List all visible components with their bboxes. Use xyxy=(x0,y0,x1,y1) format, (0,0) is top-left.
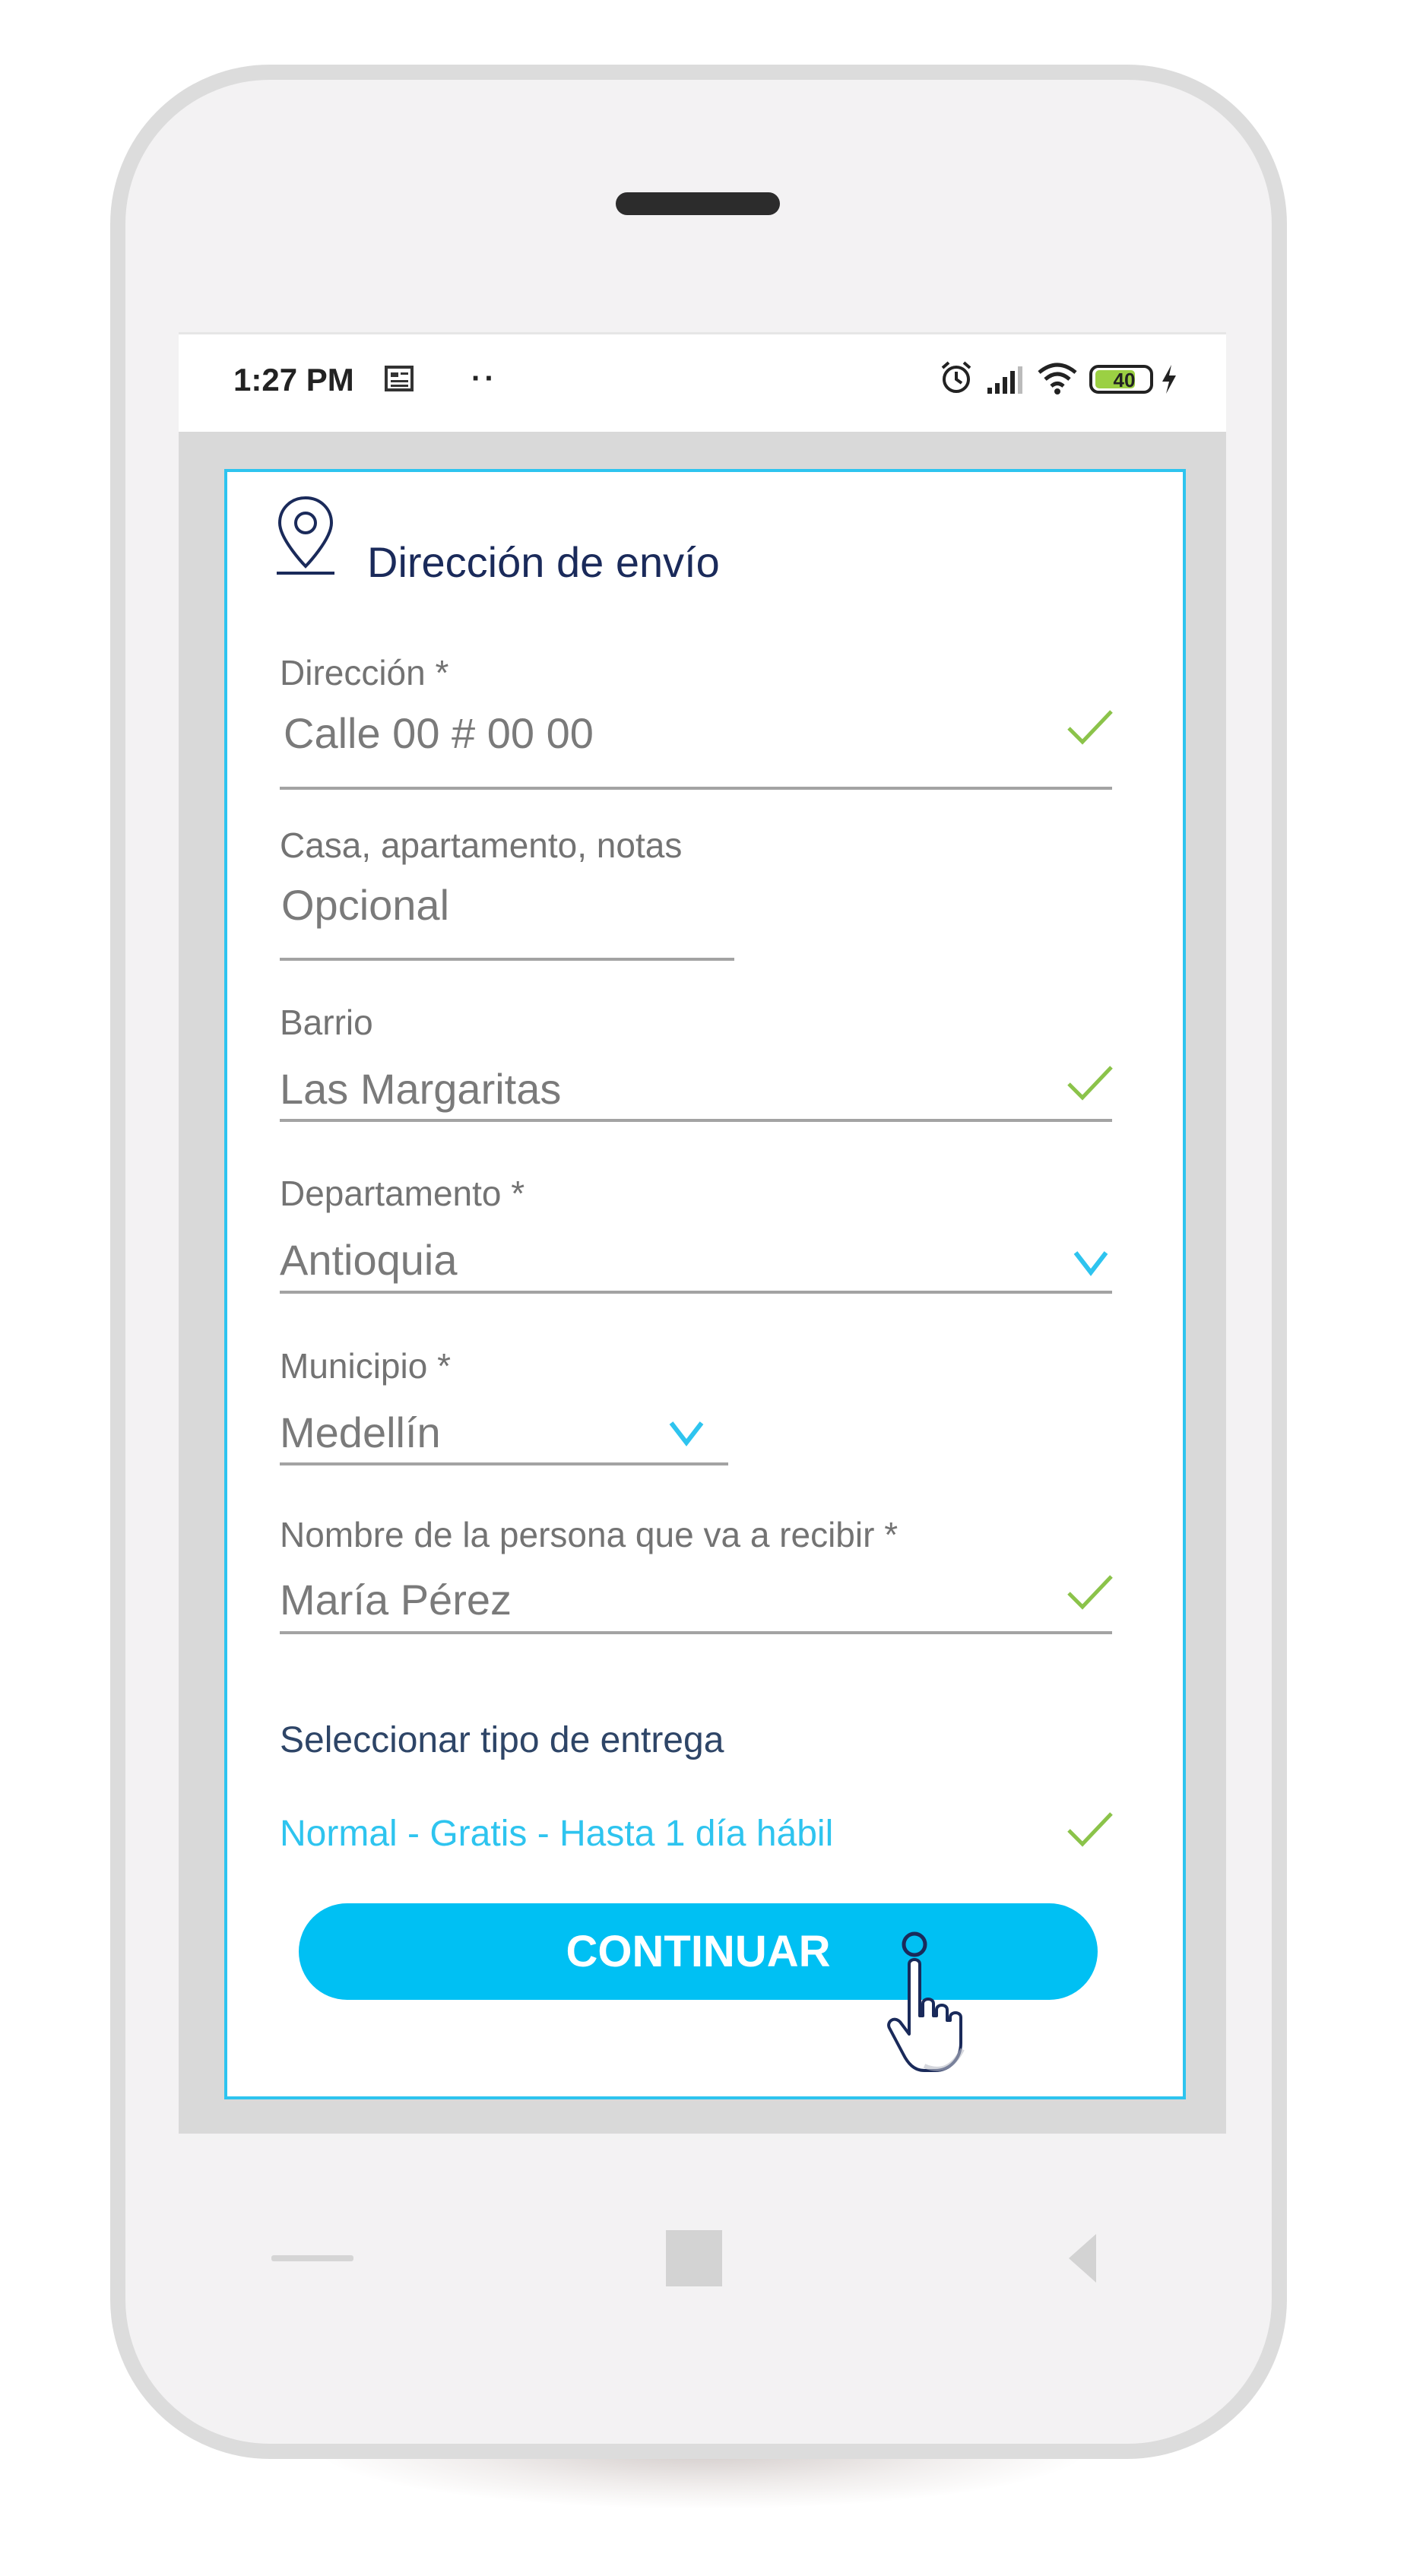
departamento-select[interactable]: Antioquia xyxy=(280,1235,458,1285)
status-dots: ·· xyxy=(471,362,498,395)
chevron-down-icon[interactable] xyxy=(1072,1248,1110,1277)
receptor-label: Nombre de la persona que va a recibir * xyxy=(280,1515,898,1554)
barrio-label: Barrio xyxy=(280,1003,373,1042)
direccion-check-icon xyxy=(1067,710,1113,745)
alarm-icon xyxy=(941,361,971,393)
receptor-check-icon xyxy=(1067,1575,1113,1610)
status-bar: 1:27 PM ·· 40 xyxy=(179,332,1226,432)
municipio-underline xyxy=(280,1462,728,1465)
casa-input[interactable]: Opcional xyxy=(281,880,449,930)
delivery-option[interactable]: Normal - Gratis - Hasta 1 día hábil xyxy=(280,1813,833,1855)
receptor-input[interactable]: María Pérez xyxy=(280,1575,512,1624)
departamento-underline xyxy=(280,1291,1112,1294)
direccion-label: Dirección * xyxy=(280,653,449,692)
battery-icon: 40 xyxy=(1089,365,1153,394)
location-pin-icon xyxy=(277,496,334,575)
battery-text: 40 xyxy=(1113,369,1136,391)
delivery-label: Seleccionar tipo de entrega xyxy=(280,1720,724,1760)
back-nav-icon[interactable] xyxy=(271,2255,353,2261)
phone-speaker xyxy=(616,192,780,215)
recent-nav-icon[interactable] xyxy=(1066,2231,1099,2286)
casa-underline xyxy=(280,958,734,961)
charging-icon xyxy=(1162,365,1176,394)
notification-icon xyxy=(385,366,414,391)
section-title: Dirección de envío xyxy=(367,538,720,586)
municipio-select[interactable]: Medellín xyxy=(280,1408,441,1457)
delivery-check-icon xyxy=(1067,1812,1113,1847)
home-nav-icon[interactable] xyxy=(666,2230,722,2286)
casa-label: Casa, apartamento, notas xyxy=(280,825,683,865)
barrio-check-icon xyxy=(1067,1066,1113,1101)
chevron-down-icon[interactable] xyxy=(667,1418,705,1447)
barrio-underline xyxy=(280,1119,1112,1122)
signal-icon xyxy=(987,366,1022,394)
receptor-underline xyxy=(280,1631,1112,1634)
departamento-label: Departamento * xyxy=(280,1174,525,1213)
wifi-icon xyxy=(1038,363,1077,394)
direccion-input[interactable]: Calle 00 # 00 00 xyxy=(284,708,594,758)
barrio-input[interactable]: Las Margaritas xyxy=(280,1064,561,1114)
status-time: 1:27 PM xyxy=(233,362,354,398)
direccion-underline xyxy=(280,787,1112,790)
hand-cursor-icon xyxy=(887,1931,965,2072)
municipio-label: Municipio * xyxy=(280,1346,451,1386)
